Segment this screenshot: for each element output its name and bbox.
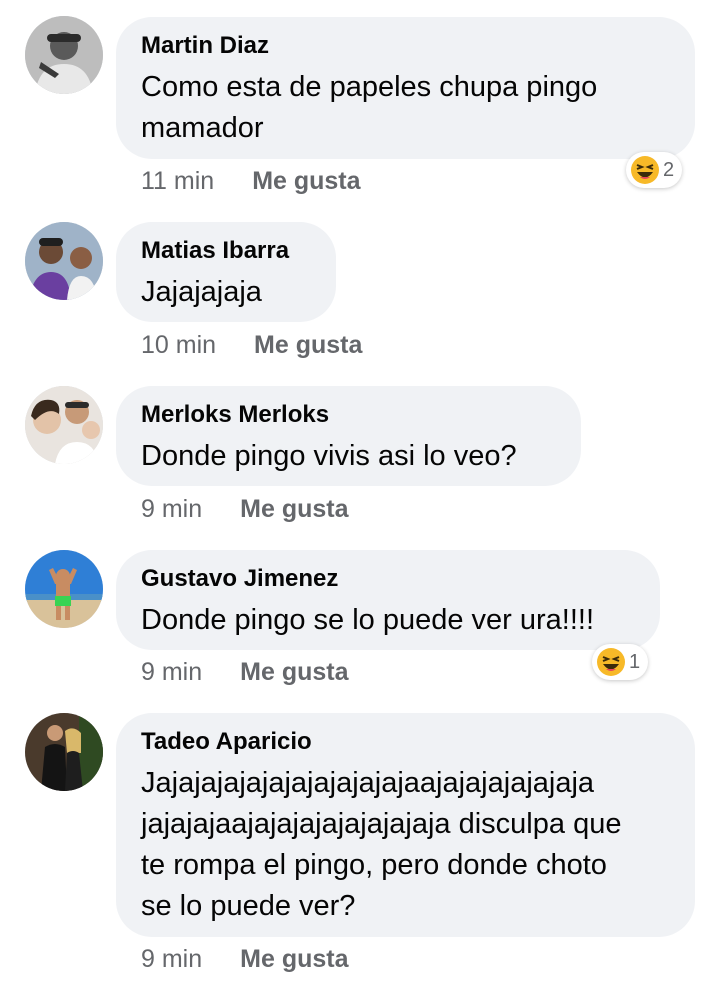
- comment-text-line: Como esta de papeles chupa pingo: [141, 71, 598, 103]
- avatar[interactable]: [25, 713, 103, 791]
- reaction-count: 2: [663, 158, 675, 181]
- comment-text-line: jajajajaajajajajajajajajaja disculpa que: [141, 808, 622, 840]
- comment-text-line: Jajajajaja: [141, 276, 262, 308]
- comment-meta: 10 min Me gusta: [141, 330, 362, 360]
- like-button[interactable]: Me gusta: [240, 657, 348, 687]
- comment-bubble: Merloks Merloks Donde pingo vivis asi lo…: [116, 386, 581, 486]
- like-button[interactable]: Me gusta: [252, 166, 360, 196]
- comment-timestamp[interactable]: 9 min: [141, 944, 202, 974]
- comment-author[interactable]: Matias Ibarra: [141, 237, 312, 265]
- comment-meta: 9 min Me gusta: [141, 494, 349, 524]
- comment-bubble: Gustavo Jimenez Donde pingo se lo puede …: [116, 550, 660, 650]
- comment-bubble: Matias Ibarra Jajajajaja: [116, 222, 336, 322]
- comment-text-line: Jajajajajajajajajajajajaajajajajajajaja: [141, 767, 595, 799]
- comment-meta: 9 min Me gusta: [141, 657, 349, 687]
- reaction-badge[interactable]: 1: [592, 644, 649, 680]
- avatar[interactable]: [25, 16, 103, 94]
- reaction-count: 1: [629, 650, 641, 673]
- comment-bubble: Tadeo Aparicio Jajajajajajajajajajajajaa…: [116, 713, 695, 937]
- avatar[interactable]: [25, 550, 103, 628]
- comment-text-line: Donde pingo se lo puede ver ura!!!!: [141, 604, 595, 636]
- comment-text-line: te rompa el pingo, pero donde choto: [141, 849, 607, 881]
- comment-bubble: Martin Diaz Como esta de papeles chupa p…: [116, 17, 695, 159]
- reaction-badge[interactable]: 2: [626, 152, 683, 188]
- like-button[interactable]: Me gusta: [240, 944, 348, 974]
- comment-author[interactable]: Martin Diaz: [141, 32, 671, 60]
- comment-text-line: Donde pingo vivis asi lo veo?: [141, 440, 517, 472]
- comment-author[interactable]: Merloks Merloks: [141, 401, 557, 429]
- comment-timestamp[interactable]: 10 min: [141, 330, 216, 360]
- comment-author[interactable]: Tadeo Aparicio: [141, 728, 671, 756]
- comment-author[interactable]: Gustavo Jimenez: [141, 565, 636, 593]
- comment-meta: 11 min Me gusta: [141, 166, 361, 196]
- comment-text-line: se lo puede ver?: [141, 890, 356, 922]
- comment-timestamp[interactable]: 9 min: [141, 657, 202, 687]
- like-button[interactable]: Me gusta: [240, 494, 348, 524]
- laughing-face-icon: [596, 647, 626, 677]
- avatar[interactable]: [25, 222, 103, 300]
- laughing-face-icon: [630, 155, 660, 185]
- comment-meta: 9 min Me gusta: [141, 944, 349, 974]
- like-button[interactable]: Me gusta: [254, 330, 362, 360]
- avatar[interactable]: [25, 386, 103, 464]
- comment-timestamp[interactable]: 11 min: [141, 166, 214, 196]
- comment-text-line: mamador: [141, 112, 264, 144]
- comment-timestamp[interactable]: 9 min: [141, 494, 202, 524]
